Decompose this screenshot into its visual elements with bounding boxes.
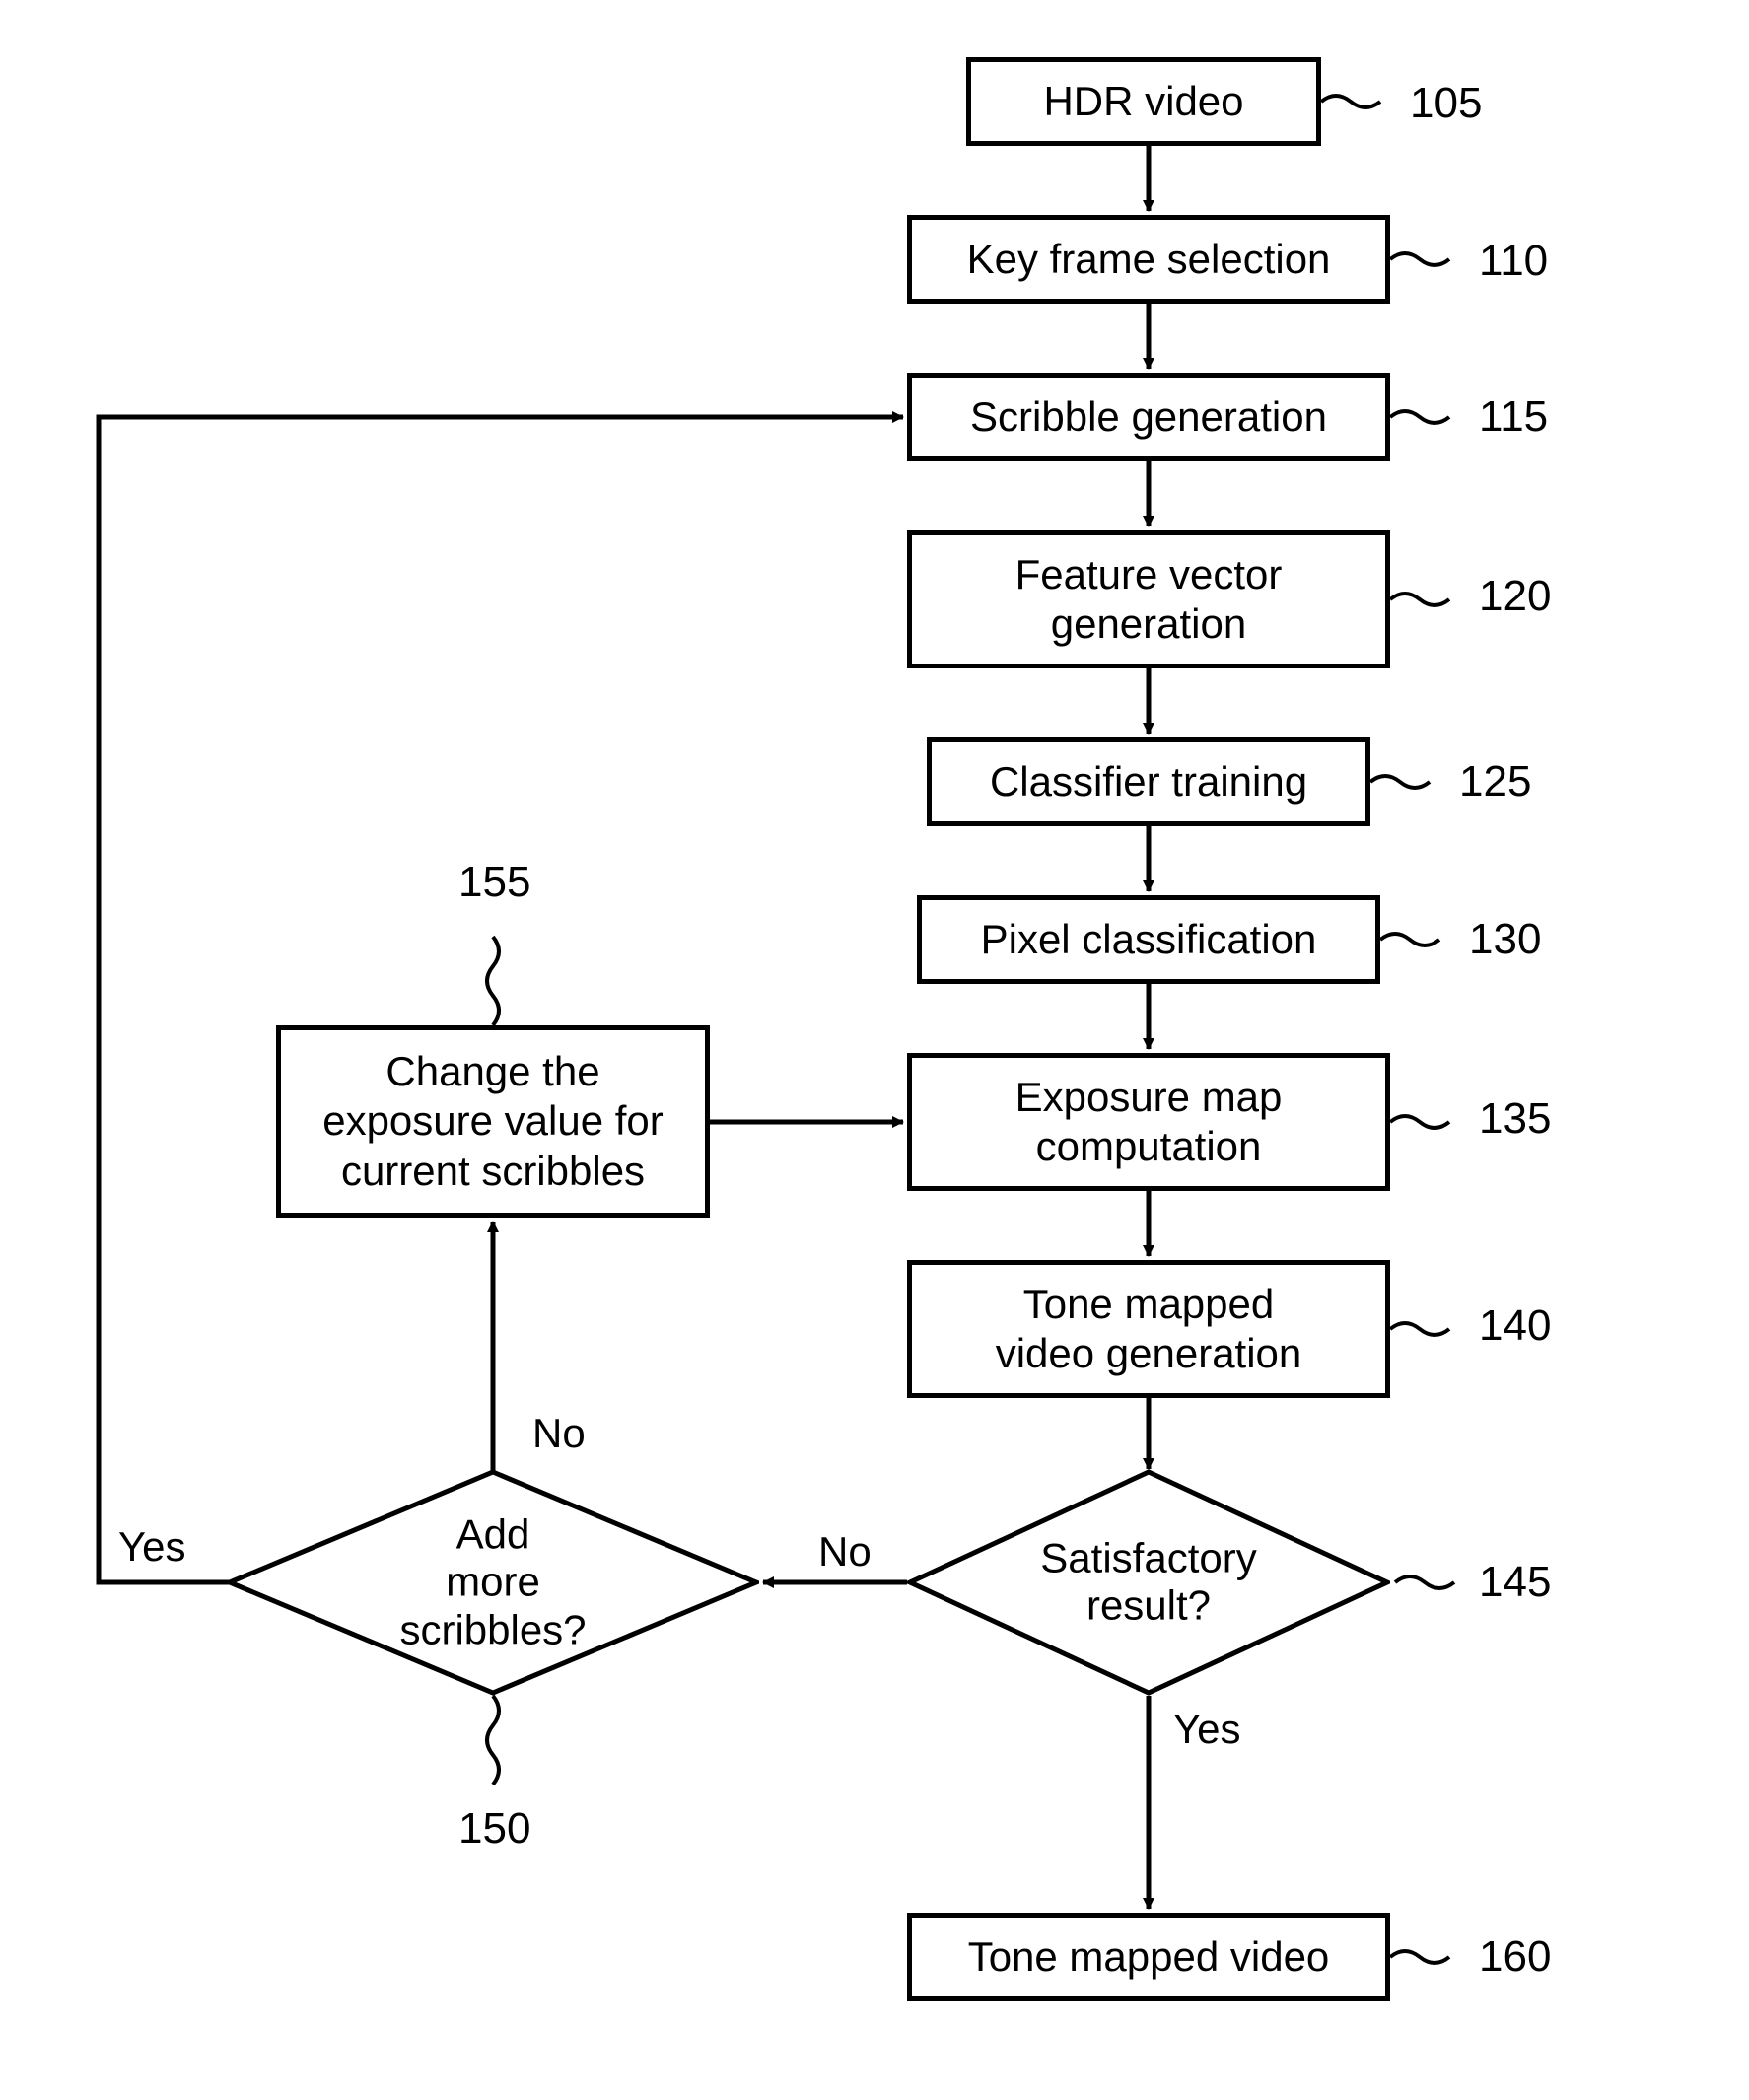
node-key-frame-selection: Key frame selection: [907, 215, 1390, 304]
node-scribble-generation: Scribble generation: [907, 373, 1390, 461]
decision-add-more-scribbles: Addmore scribbles?: [227, 1469, 759, 1696]
edge-label-150-yes: Yes: [118, 1523, 186, 1571]
flow-arrows: [0, 0, 1749, 2100]
node-text: Tone mapped video: [968, 1932, 1330, 1982]
ref-155: 155: [458, 858, 530, 907]
node-tone-mapped-video-generation: Tone mappedvideo generation: [907, 1260, 1390, 1398]
node-change-exposure-value: Change theexposure value forcurrent scri…: [276, 1025, 710, 1218]
edge-label-145-no: No: [818, 1528, 872, 1575]
ref-105: 105: [1410, 79, 1482, 128]
edge-label-145-yes: Yes: [1173, 1706, 1241, 1753]
ref-135: 135: [1479, 1094, 1551, 1144]
node-tone-mapped-video: Tone mapped video: [907, 1913, 1390, 2001]
node-text: Classifier training: [990, 757, 1307, 806]
node-text: Scribble generation: [970, 392, 1327, 442]
ref-140: 140: [1479, 1301, 1551, 1351]
edge-label-150-no: No: [532, 1410, 586, 1457]
ref-160: 160: [1479, 1932, 1551, 1982]
node-text: Feature vectorgeneration: [1015, 550, 1283, 650]
ref-150: 150: [458, 1804, 530, 1854]
node-text: HDR video: [1043, 77, 1243, 126]
decision-text: Addmore scribbles?: [360, 1511, 626, 1654]
ref-125: 125: [1459, 757, 1531, 806]
node-text: Change theexposure value forcurrent scri…: [322, 1047, 664, 1196]
node-classifier-training: Classifier training: [927, 737, 1370, 826]
decision-text: Satisfactoryresult?: [1040, 1535, 1256, 1631]
node-text: Pixel classification: [981, 915, 1317, 964]
decision-satisfactory-result: Satisfactoryresult?: [907, 1469, 1390, 1696]
node-hdr-video: HDR video: [966, 57, 1321, 146]
node-exposure-map-computation: Exposure mapcomputation: [907, 1053, 1390, 1191]
ref-130: 130: [1469, 915, 1541, 964]
node-feature-vector-generation: Feature vectorgeneration: [907, 530, 1390, 668]
node-text: Exposure mapcomputation: [1015, 1073, 1283, 1172]
node-text: Key frame selection: [967, 235, 1331, 284]
ref-110: 110: [1479, 237, 1548, 286]
ref-120: 120: [1479, 572, 1551, 621]
ref-115: 115: [1479, 392, 1548, 442]
ref-145: 145: [1479, 1558, 1551, 1607]
node-pixel-classification: Pixel classification: [917, 895, 1380, 984]
node-text: Tone mappedvideo generation: [996, 1280, 1302, 1379]
